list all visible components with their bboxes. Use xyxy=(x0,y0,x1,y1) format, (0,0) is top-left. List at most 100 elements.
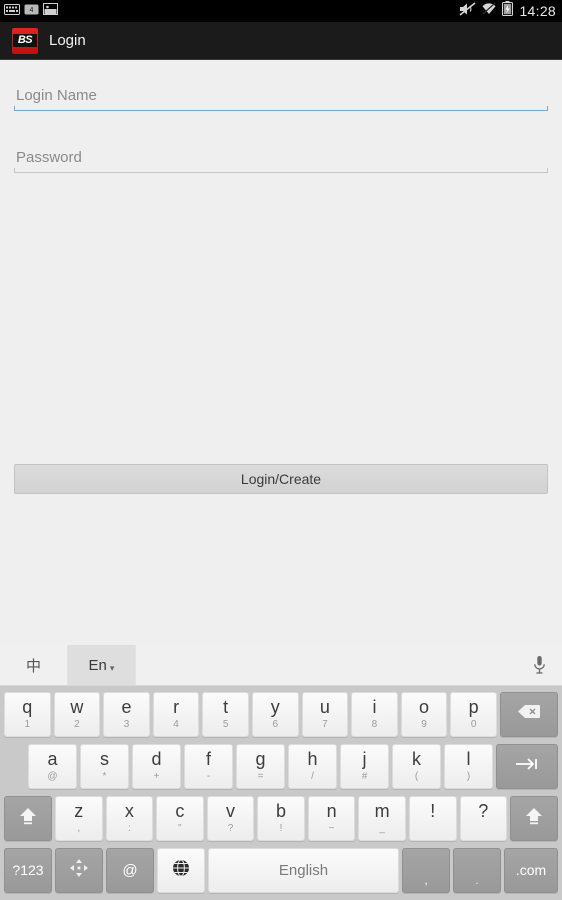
microphone-icon[interactable] xyxy=(516,645,562,685)
status-bar: 4 14:28 xyxy=(0,0,562,22)
key-sublabel: * xyxy=(102,771,107,782)
key-sublabel: 7 xyxy=(322,719,328,730)
shift-icon xyxy=(523,805,545,832)
key-exclamation[interactable]: ! xyxy=(408,795,457,841)
login-name-input[interactable] xyxy=(14,85,548,110)
shift-key-left[interactable] xyxy=(4,795,52,841)
space-key[interactable]: English xyxy=(208,847,399,893)
key-label: y xyxy=(270,697,280,717)
key-label: .com xyxy=(515,862,547,878)
key-label: g xyxy=(255,749,266,769)
key-sublabel: 0 xyxy=(470,719,477,730)
key-sublabel: @ xyxy=(47,771,58,782)
key-sublabel: " xyxy=(178,823,182,834)
key-p[interactable]: p 0 xyxy=(450,691,497,737)
key-n[interactable]: n ~ xyxy=(307,795,356,841)
at-symbol-key[interactable]: @ xyxy=(106,847,154,893)
status-bar-left-icons: 4 xyxy=(4,2,58,20)
password-underline xyxy=(14,168,548,173)
key-e[interactable]: e 3 xyxy=(103,691,150,737)
key-q[interactable]: q 1 xyxy=(4,691,51,737)
key-sublabel: ! xyxy=(279,823,283,834)
key-k[interactable]: k ( xyxy=(392,743,441,789)
key-label: k xyxy=(412,749,421,769)
login-create-button[interactable]: Login/Create xyxy=(14,464,548,494)
key-b[interactable]: b ! xyxy=(257,795,305,841)
keyboard-rows: q 1 w 2 e 3 r 4 t 5 y 6 u 7 i 8 o 9 p 0 … xyxy=(0,686,562,895)
key-sublabel: - xyxy=(206,771,211,782)
key-j[interactable]: j # xyxy=(340,743,389,789)
key-sublabel: # xyxy=(361,771,368,782)
key-w[interactable]: w 2 xyxy=(53,691,101,737)
key-t[interactable]: t 5 xyxy=(202,691,249,737)
key-sublabel: = xyxy=(257,771,264,782)
key-o[interactable]: o 9 xyxy=(400,691,448,737)
key-sublabel: 9 xyxy=(421,719,427,730)
key-label: ? xyxy=(478,801,489,821)
key-sublabel: ? xyxy=(227,823,234,834)
key-sublabel: 3 xyxy=(123,719,130,730)
wifi-icon xyxy=(481,2,497,20)
key-sublabel: ~ xyxy=(328,823,335,834)
on-screen-keyboard: 中 En ▾ q 1 w 2 e 3 r 4 t 5 y 6 u 7 i 8 o… xyxy=(0,645,562,900)
key-m[interactable]: m _ xyxy=(358,795,406,841)
tab-chinese-label: 中 xyxy=(25,657,41,675)
key-r[interactable]: r 4 xyxy=(152,691,200,737)
key-label: b xyxy=(276,801,287,821)
language-switch-key[interactable] xyxy=(157,847,205,893)
comma-key[interactable]: , xyxy=(402,847,450,893)
key-label: i xyxy=(372,697,377,717)
key-label: @ xyxy=(122,861,138,879)
shift-icon xyxy=(17,805,39,832)
key-sublabel: ) xyxy=(466,771,471,782)
key-label: q xyxy=(22,697,33,717)
key-label: . xyxy=(475,872,479,887)
key-d[interactable]: d + xyxy=(132,743,181,789)
key-u[interactable]: u 7 xyxy=(301,691,349,737)
backspace-key[interactable] xyxy=(499,691,558,737)
key-label: s xyxy=(100,749,109,769)
key-sublabel: 6 xyxy=(272,719,279,730)
chevron-down-icon: ▾ xyxy=(109,662,115,673)
app-logo-text: BS xyxy=(13,34,37,47)
shift-key-right[interactable] xyxy=(510,795,559,841)
key-i[interactable]: i 8 xyxy=(351,691,398,737)
key-label: u xyxy=(319,697,330,717)
key-question[interactable]: ? xyxy=(459,795,508,841)
keyboard-language-bar: 中 En ▾ xyxy=(0,645,562,686)
key-z[interactable]: z , xyxy=(55,795,103,841)
key-sublabel: 5 xyxy=(222,719,229,730)
keyboard-row-1: q 1 w 2 e 3 r 4 t 5 y 6 u 7 i 8 o 9 p 0 xyxy=(0,689,562,739)
key-v[interactable]: v ? xyxy=(206,795,255,841)
key-sublabel: _ xyxy=(379,823,385,834)
tab-english[interactable]: En ▾ xyxy=(68,645,136,685)
key-s[interactable]: s * xyxy=(80,743,129,789)
app-logo: BS xyxy=(12,27,38,54)
dot-com-key[interactable]: .com xyxy=(504,847,558,893)
key-sublabel: / xyxy=(311,771,314,782)
enter-key[interactable] xyxy=(496,743,558,789)
key-a[interactable]: a @ xyxy=(28,743,77,789)
tab-chinese[interactable]: 中 xyxy=(0,645,68,685)
key-label: m xyxy=(374,801,390,821)
tab-arrow-icon xyxy=(514,757,540,776)
password-input[interactable] xyxy=(14,147,548,172)
battery-charging-icon xyxy=(502,1,514,21)
key-g[interactable]: g = xyxy=(236,743,285,789)
key-c[interactable]: c " xyxy=(156,795,204,841)
period-key[interactable]: . xyxy=(453,847,501,893)
key-label: c xyxy=(175,801,185,821)
login-form: Login/Create xyxy=(0,60,562,645)
key-f[interactable]: f - xyxy=(184,743,233,789)
arrow-cursor-icon xyxy=(68,857,90,884)
key-sublabel: 2 xyxy=(74,719,80,730)
arrow-cursor-key[interactable] xyxy=(55,847,103,893)
key-y[interactable]: y 6 xyxy=(251,691,299,737)
key-x[interactable]: x : xyxy=(105,795,154,841)
key-label: w xyxy=(70,697,84,717)
key-l[interactable]: l ) xyxy=(444,743,493,789)
key-label: d xyxy=(151,749,162,769)
key-h[interactable]: h / xyxy=(288,743,337,789)
numeric-symbols-key[interactable]: ?123 xyxy=(4,847,52,893)
key-label: l xyxy=(466,749,471,769)
